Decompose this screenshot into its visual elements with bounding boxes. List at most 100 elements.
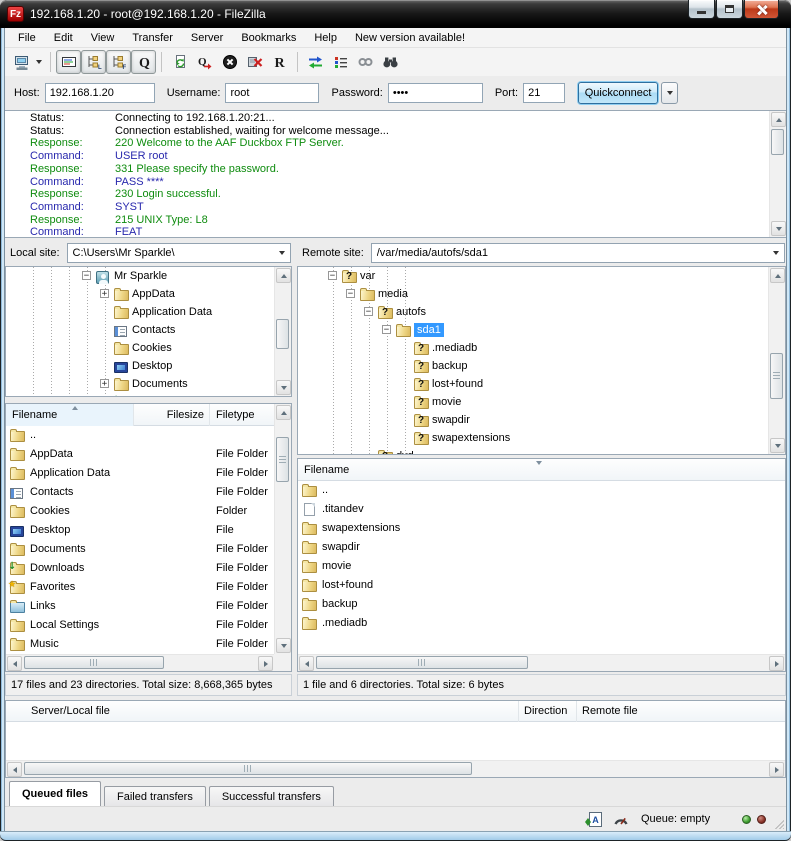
queue-column-local-file[interactable]: Server/Local file (31, 705, 110, 717)
file-row-links[interactable]: LinksFile Folder (6, 597, 274, 616)
file-row-music[interactable]: MusicFile Folder (6, 635, 274, 654)
menu-item-view[interactable]: View (82, 30, 124, 46)
tree-expander-minus-icon[interactable]: − (82, 271, 91, 280)
scroll-down-icon[interactable] (276, 380, 291, 395)
tree-item-appdata[interactable]: +AppData (6, 285, 274, 303)
queue-body[interactable] (6, 722, 785, 760)
tab-failed-transfers[interactable]: Failed transfers (104, 786, 206, 806)
process-queue-button[interactable]: Q (192, 50, 217, 74)
tree-item-contacts[interactable]: Contacts (6, 321, 274, 339)
maximize-button[interactable] (716, 0, 743, 19)
tree-item-var[interactable]: −var (298, 267, 768, 285)
remote-site-combo[interactable]: /var/media/autofs/sda1 (371, 243, 785, 263)
file-row-downloads[interactable]: DownloadsFile Folder (6, 559, 274, 578)
file-row-lost-found[interactable]: lost+found (298, 576, 785, 595)
tree-item-application-data[interactable]: Application Data (6, 303, 274, 321)
minimize-button[interactable] (688, 0, 715, 19)
scroll-left-icon[interactable] (7, 656, 22, 671)
tab-queued-files[interactable]: Queued files (9, 781, 101, 806)
file-row-swapextensions[interactable]: swapextensions (298, 519, 785, 538)
tree-expander-minus-icon[interactable]: − (328, 271, 337, 280)
port-input[interactable] (523, 83, 565, 103)
scroll-right-icon[interactable] (769, 762, 784, 777)
username-input[interactable] (225, 83, 319, 103)
file-row-contacts[interactable]: ContactsFile Folder (6, 483, 274, 502)
menu-item-help[interactable]: Help (305, 30, 346, 46)
column-header-filetype[interactable]: Filetype (210, 404, 276, 426)
refresh-button[interactable] (167, 50, 192, 74)
directory-listing-button[interactable] (328, 50, 353, 74)
menu-item-edit[interactable]: Edit (45, 30, 82, 46)
scroll-up-icon[interactable] (770, 268, 785, 283)
scrollbar-thumb[interactable] (316, 656, 528, 669)
quickconnect-dropdown[interactable] (661, 82, 678, 104)
scroll-down-icon[interactable] (771, 221, 786, 236)
remote-tree-scrollbar[interactable] (768, 267, 785, 454)
menu-item-new-version-available[interactable]: New version available! (346, 30, 474, 46)
tab-successful-transfers[interactable]: Successful transfers (209, 786, 334, 806)
column-header-filesize[interactable]: Filesize (134, 404, 210, 426)
tree-item-documents[interactable]: +Documents (6, 375, 274, 393)
speed-limits-icon[interactable] (613, 812, 629, 826)
file-row-documents[interactable]: DocumentsFile Folder (6, 540, 274, 559)
file-row-desktop[interactable]: DesktopFile (6, 521, 274, 540)
tree-item-sda1[interactable]: −sda1 (298, 321, 768, 339)
tree-item-desktop[interactable]: Desktop (6, 357, 274, 375)
local-site-combo[interactable]: C:\Users\Mr Sparkle\ (67, 243, 291, 263)
synchronized-browsing-button[interactable] (353, 50, 378, 74)
scrollbar-thumb[interactable] (24, 656, 164, 669)
remote-list-hscrollbar[interactable] (298, 654, 785, 671)
tree-expander-plus-icon[interactable]: + (100, 289, 109, 298)
file-row-favorites[interactable]: FavoritesFile Folder (6, 578, 274, 597)
directory-comparison-button[interactable] (303, 50, 328, 74)
toggle-queue-button[interactable]: Q (131, 50, 156, 74)
toggle-local-tree-button[interactable]: L (81, 50, 106, 74)
scrollbar-thumb[interactable] (771, 129, 784, 155)
scroll-right-icon[interactable] (769, 656, 784, 671)
file-row-appdata[interactable]: AppDataFile Folder (6, 445, 274, 464)
filter-button[interactable] (378, 50, 403, 74)
tree-expander-minus-icon[interactable]: − (382, 325, 391, 334)
local-tree-scrollbar[interactable] (274, 267, 291, 396)
scroll-up-icon[interactable] (276, 268, 291, 283)
tree-item-downloads[interactable]: +Downloads (6, 393, 274, 397)
file-row-[interactable]: .. (6, 426, 274, 445)
tree-expander-minus-icon[interactable]: − (364, 307, 373, 316)
local-list-vscrollbar[interactable] (274, 404, 291, 654)
file-row-cookies[interactable]: CookiesFolder (6, 502, 274, 521)
site-manager-dropdown[interactable] (32, 51, 45, 73)
file-row-[interactable]: .. (298, 481, 785, 500)
message-log-scrollbar[interactable] (769, 111, 786, 237)
tree-item-movie[interactable]: movie (298, 393, 768, 411)
tree-item-autofs[interactable]: −autofs (298, 303, 768, 321)
column-header-filename[interactable]: Filename (6, 404, 134, 426)
file-row-mediadb[interactable]: .mediadb (298, 614, 785, 633)
resize-grip[interactable] (774, 819, 784, 829)
scrollbar-thumb[interactable] (276, 437, 289, 482)
local-list-hscrollbar[interactable] (6, 654, 274, 671)
tree-expander-minus-icon[interactable]: − (346, 289, 355, 298)
queue-hscrollbar[interactable] (6, 760, 785, 777)
tree-expander-plus-icon[interactable]: + (100, 379, 109, 388)
queue-column-remote-file[interactable]: Remote file (582, 705, 638, 717)
disconnect-button[interactable] (242, 50, 267, 74)
quickconnect-button[interactable]: Quickconnect (578, 82, 658, 104)
queue-column-direction[interactable]: Direction (524, 705, 567, 717)
menu-item-file[interactable]: File (9, 30, 45, 46)
host-input[interactable] (45, 83, 155, 103)
scroll-right-icon[interactable] (258, 656, 273, 671)
password-input[interactable] (388, 83, 483, 103)
file-row-swapdir[interactable]: swapdir (298, 538, 785, 557)
scroll-up-icon[interactable] (771, 112, 786, 127)
file-row-application-data[interactable]: Application DataFile Folder (6, 464, 274, 483)
cancel-button[interactable] (217, 50, 242, 74)
scroll-left-icon[interactable] (7, 762, 22, 777)
close-button[interactable] (744, 0, 779, 19)
file-row-movie[interactable]: movie (298, 557, 785, 576)
menu-item-server[interactable]: Server (182, 30, 232, 46)
titlebar[interactable]: Fz 192.168.1.20 - root@192.168.1.20 - Fi… (0, 0, 791, 28)
scroll-down-icon[interactable] (770, 438, 785, 453)
tree-item-dvd[interactable]: dvd (298, 447, 768, 455)
scroll-up-icon[interactable] (276, 405, 291, 420)
menu-item-bookmarks[interactable]: Bookmarks (232, 30, 305, 46)
